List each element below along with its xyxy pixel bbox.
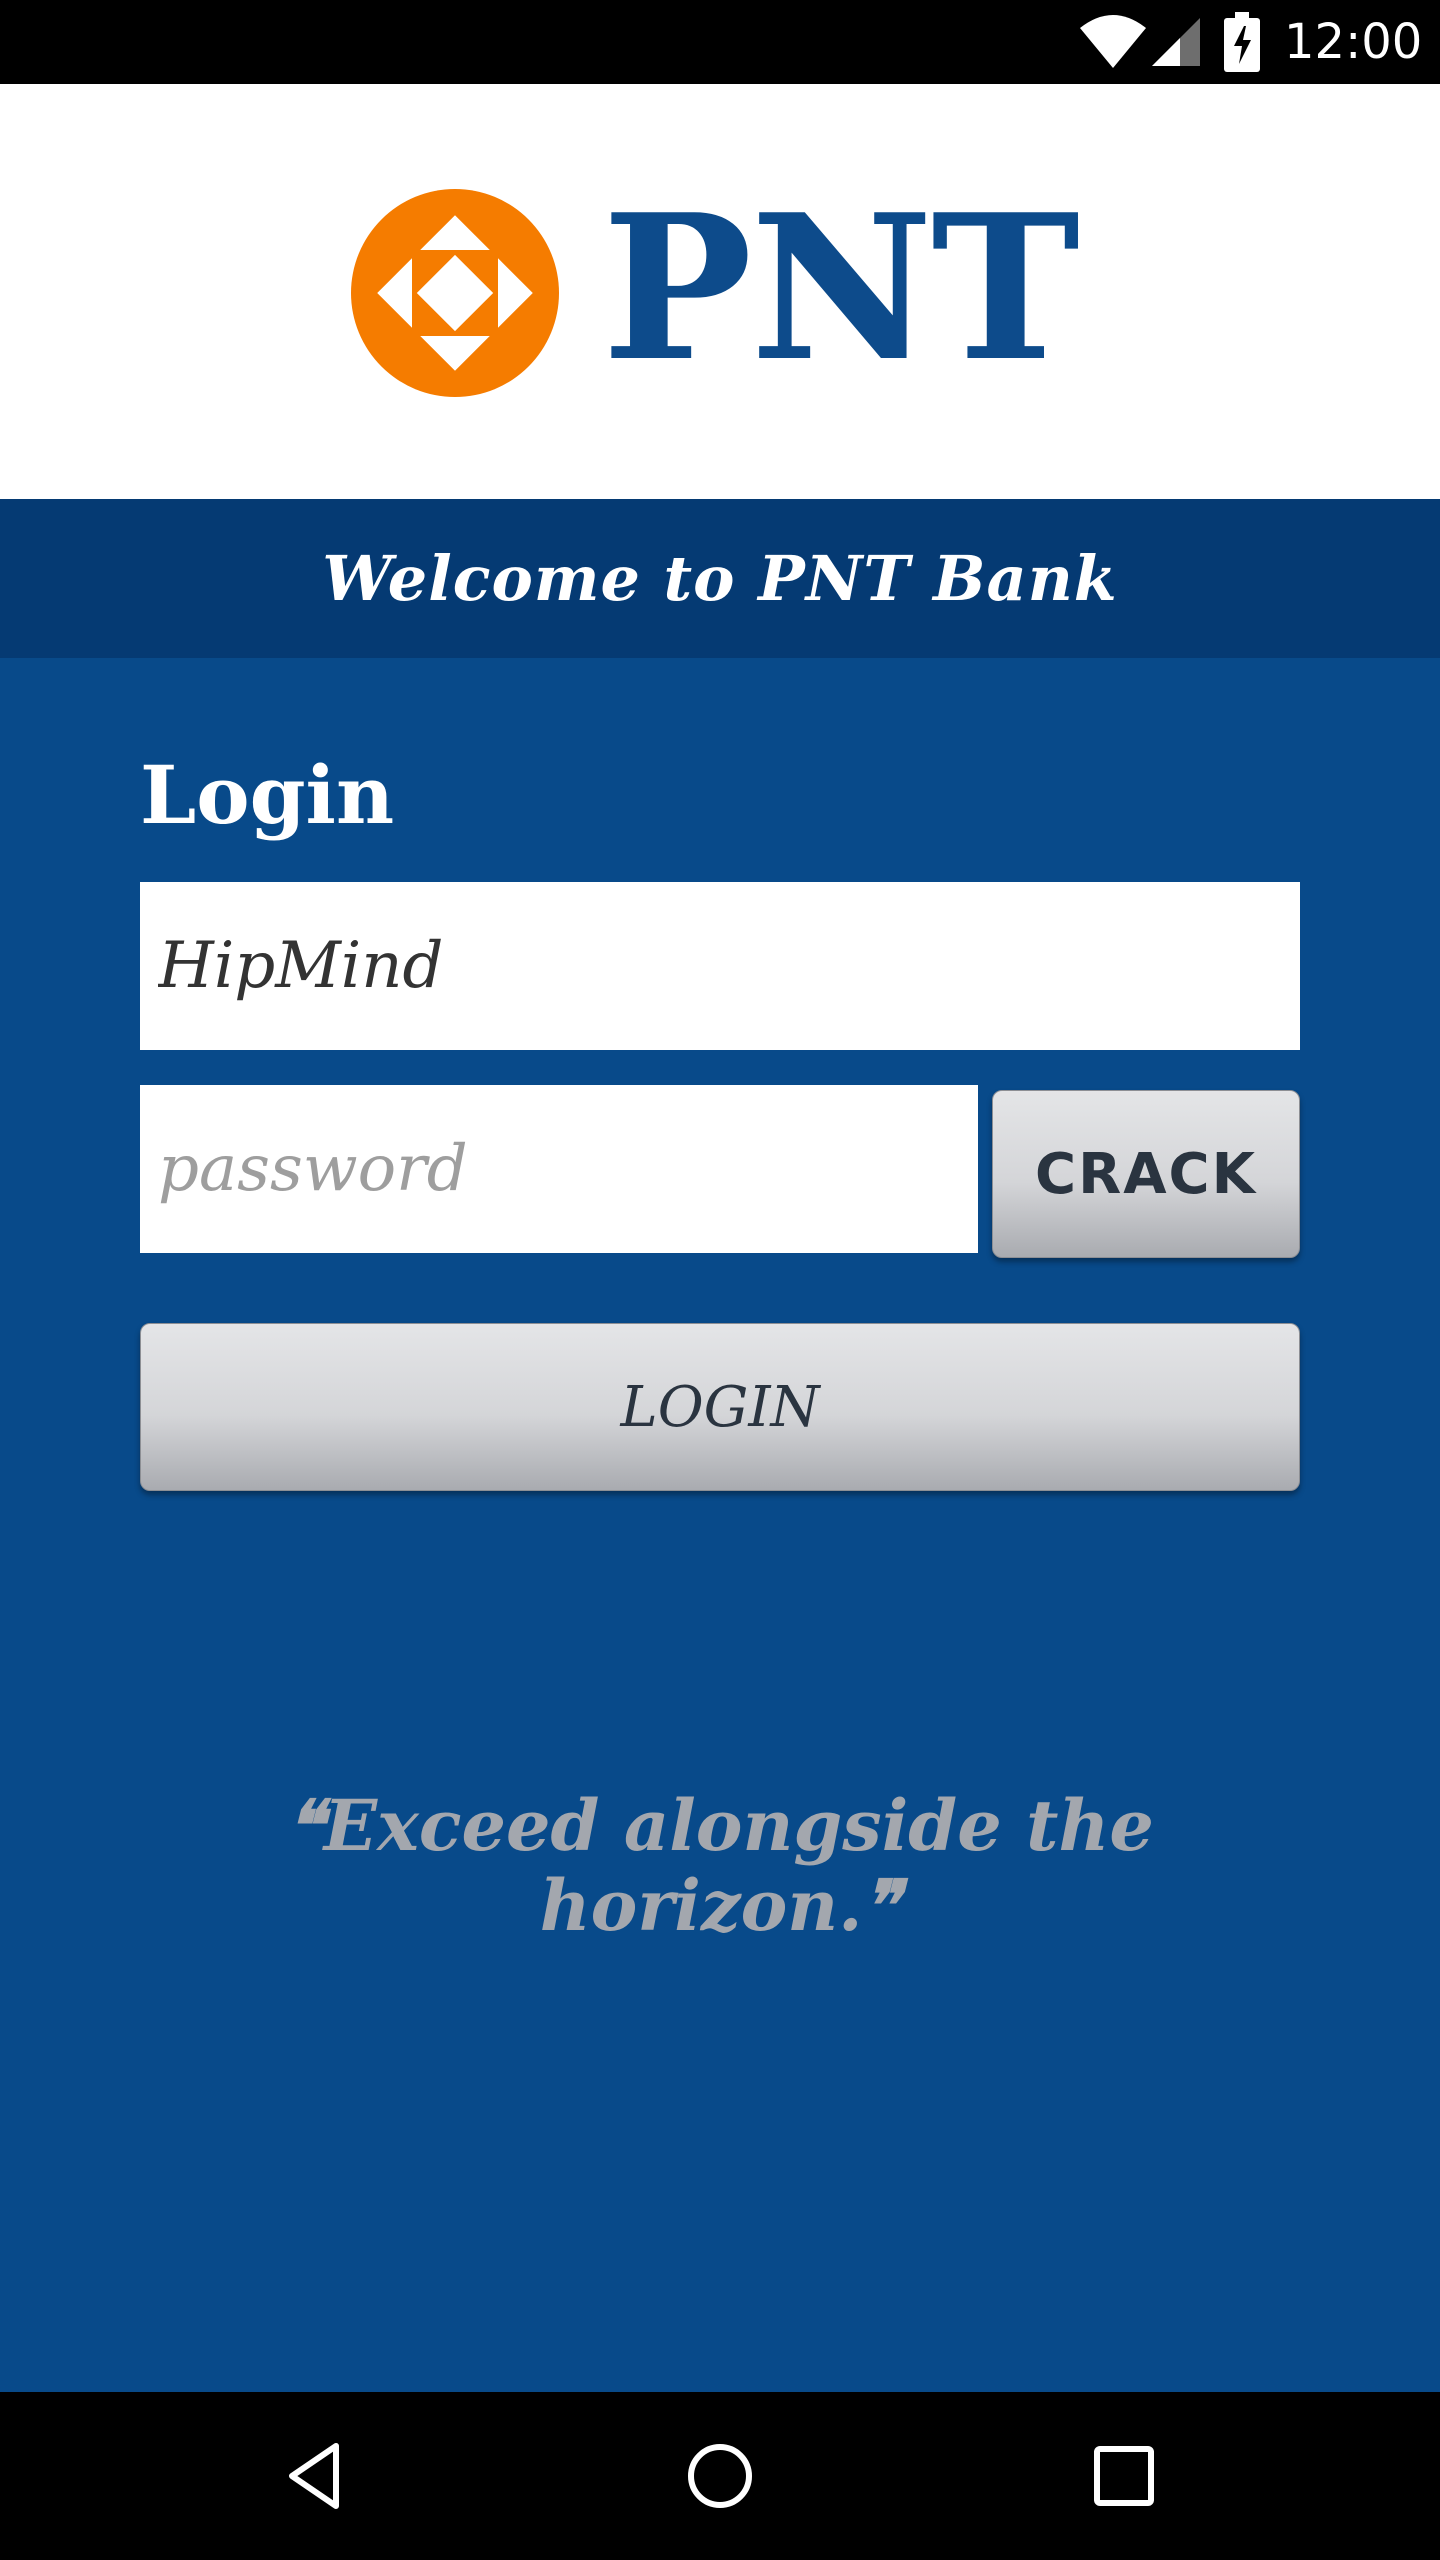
wifi-icon (1080, 15, 1146, 68)
open-quote-icon: ❝ (286, 1784, 324, 1867)
username-field[interactable] (140, 882, 1300, 1050)
password-field[interactable] (140, 1085, 978, 1253)
crack-button-label: CRACK (1034, 1141, 1258, 1207)
tagline: ❝Exceed alongside the horizon.❞ (220, 1786, 1220, 1946)
login-title: Login (140, 748, 395, 842)
close-quote-icon: ❞ (862, 1864, 901, 1947)
login-button[interactable]: LOGIN (140, 1323, 1300, 1491)
welcome-band: Welcome to PNT Bank (0, 499, 1440, 658)
status-time: 12:00 (1284, 14, 1423, 70)
tagline-text: Exceed alongside the horizon. (323, 1784, 1154, 1947)
signal-icon (1152, 18, 1200, 66)
battery-charging-icon (1224, 12, 1260, 72)
pnt-logo-mark (351, 189, 559, 397)
pnt-logo-text: PNT (602, 171, 1080, 406)
crack-button[interactable]: CRACK (992, 1090, 1300, 1258)
navigation-bar (0, 2392, 1440, 2560)
status-bar: 12:00 (0, 0, 1440, 84)
recents-icon[interactable] (1084, 2436, 1164, 2516)
back-icon[interactable] (276, 2436, 356, 2516)
home-icon[interactable] (680, 2436, 760, 2516)
welcome-text: Welcome to PNT Bank (322, 542, 1118, 615)
logo-header: PNT (0, 84, 1440, 499)
login-button-label: LOGIN (620, 1374, 820, 1440)
